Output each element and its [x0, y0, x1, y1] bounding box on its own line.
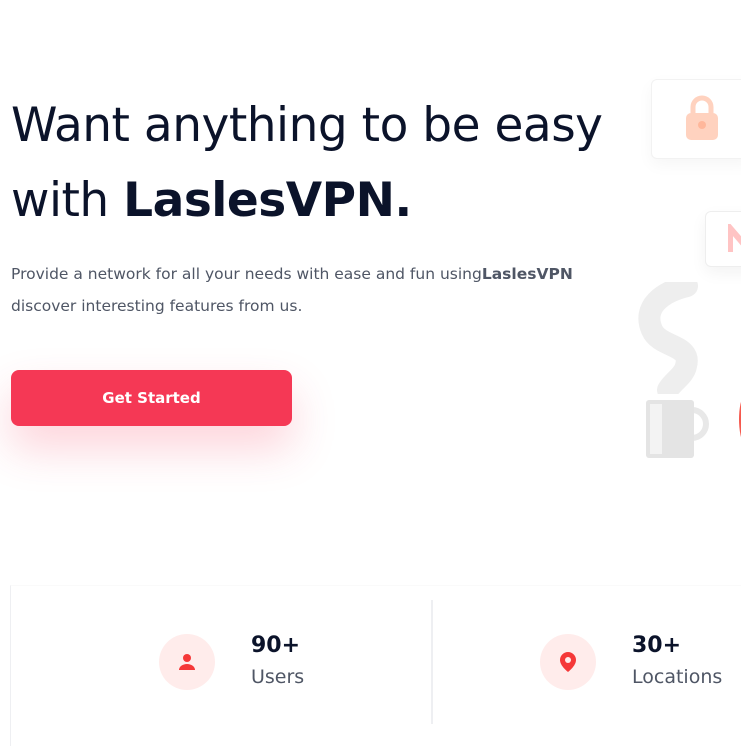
- decoration-edge: [739, 402, 741, 437]
- hero-description-suffix: discover interesting features from us.: [11, 297, 303, 315]
- steam-icon: [638, 282, 698, 394]
- mail-card: [705, 211, 741, 267]
- mug-icon: [646, 400, 709, 458]
- get-started-button[interactable]: Get Started: [11, 370, 292, 426]
- hero-title-line1: Want anything to be easy: [11, 98, 603, 153]
- stat-users-value: 90+: [251, 633, 301, 658]
- hero-title-prefix: with: [11, 173, 124, 228]
- hero-title-brand: LaslesVPN.: [123, 173, 412, 228]
- lock-card: [651, 79, 741, 159]
- stats-divider: [431, 600, 433, 724]
- hero-description-prefix: Provide a network for all your needs wit…: [11, 265, 482, 283]
- stat-users-label: Users: [251, 666, 305, 688]
- stats-section: 90+ Users 30+ Locations: [10, 585, 741, 746]
- hero-title: Want anything to be easy with LaslesVPN.: [11, 88, 641, 238]
- location-pin-icon: [540, 634, 596, 690]
- hero-description-brand: LaslesVPN: [481, 265, 573, 283]
- hero-description: Provide a network for all your needs wit…: [11, 258, 631, 322]
- mail-icon: [728, 224, 741, 252]
- stat-locations-label: Locations: [632, 666, 723, 688]
- lock-icon: [686, 95, 718, 140]
- user-icon: [159, 634, 215, 690]
- stat-locations-value: 30+: [632, 633, 682, 658]
